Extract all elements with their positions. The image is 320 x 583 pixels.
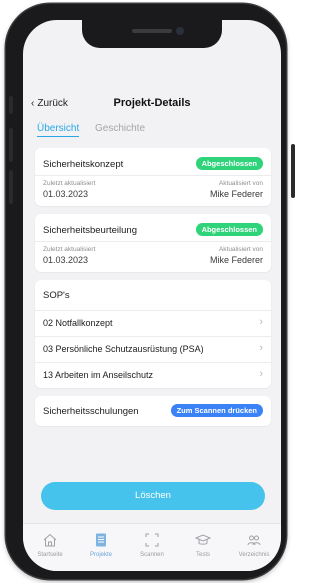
chevron-right-icon: ›: [259, 316, 263, 328]
updated-label: Zuletzt aktualisiert: [43, 180, 96, 187]
tabbar-item-projects[interactable]: Projekte: [76, 532, 126, 558]
tabbar-label: Tests: [195, 552, 210, 558]
divider: [35, 241, 271, 242]
sop-item[interactable]: 13 Arbeiten im Anseilschutz ›: [35, 363, 271, 387]
updated-by-value: Mike Federer: [209, 255, 263, 265]
volume-down-button: [9, 170, 13, 204]
sop-header: SOP's: [43, 290, 70, 301]
graduation-cap-icon: [195, 534, 211, 545]
chevron-right-icon: ›: [259, 342, 263, 354]
status-badge: Abgeschlossen: [195, 223, 263, 236]
document-icon: [96, 533, 106, 547]
home-icon: [43, 533, 57, 547]
updated-by-value: Mike Federer: [209, 189, 263, 199]
silent-switch: [9, 96, 13, 114]
tabbar-item-tests[interactable]: Tests: [178, 532, 228, 558]
scan-badge-button[interactable]: Zum Scannen drücken: [170, 404, 263, 417]
tabbar-label: Scannen: [140, 552, 164, 558]
tab-history[interactable]: Geschichte: [95, 123, 145, 134]
speaker-grille: [132, 29, 172, 33]
card-title: Sicherheitskonzept: [43, 159, 124, 170]
phone-frame: ‹ Zurück Projekt-Details Übersicht Gesch…: [6, 4, 295, 579]
updated-by-label: Aktualisiert von: [218, 246, 263, 253]
tabbar-item-directory[interactable]: Verzeichnis: [229, 532, 279, 558]
updated-label: Zuletzt aktualisiert: [43, 246, 96, 253]
scan-icon: [145, 533, 159, 547]
tabbar-label: Startseite: [37, 552, 63, 558]
card-safety-concept[interactable]: Sicherheitskonzept Abgeschlossen Zuletzt…: [35, 148, 271, 206]
app-screen: ‹ Zurück Projekt-Details Übersicht Gesch…: [23, 20, 281, 571]
chevron-right-icon: ›: [259, 368, 263, 380]
card-safety-assessment[interactable]: Sicherheitsbeurteilung Abgeschlossen Zul…: [35, 214, 271, 272]
status-badge: Abgeschlossen: [195, 157, 263, 170]
notch: [82, 20, 222, 48]
sop-item-label: 02 Notfallkonzept: [43, 318, 113, 328]
updated-value: 01.03.2023: [43, 189, 89, 199]
sop-item-label: 03 Persönliche Schutzausrüstung (PSA): [43, 344, 204, 354]
front-camera: [176, 27, 184, 35]
tabbar-item-home[interactable]: Startseite: [25, 532, 75, 558]
updated-by-label: Aktualisiert von: [218, 180, 263, 187]
divider: [35, 175, 271, 176]
tab-bar-top: Übersicht Geschichte: [23, 120, 281, 140]
sop-item[interactable]: 02 Notfallkonzept ›: [35, 311, 271, 335]
sop-card: SOP's 02 Notfallkonzept › 03 Persönliche…: [35, 280, 271, 388]
tabbar-label: Projekte: [89, 552, 112, 558]
power-button: [291, 144, 295, 198]
tabbar-label: Verzeichnis: [238, 552, 270, 558]
navigation-bar: ‹ Zurück Projekt-Details: [23, 92, 281, 116]
volume-up-button: [9, 128, 13, 162]
delete-button[interactable]: Löschen: [41, 482, 265, 510]
card-title: Sicherheitsbeurteilung: [43, 225, 138, 236]
page-title: Projekt-Details: [113, 97, 191, 109]
sop-item[interactable]: 03 Persönliche Schutzausrüstung (PSA) ›: [35, 337, 271, 361]
bottom-tab-bar: Startseite Projekte Scannen Tests Verzei…: [23, 523, 281, 571]
training-card: Sicherheitsschulungen Zum Scannen drücke…: [35, 396, 271, 426]
training-title: Sicherheitsschulungen: [43, 406, 139, 417]
tabbar-item-scan[interactable]: Scannen: [127, 532, 177, 558]
sop-item-label: 13 Arbeiten im Anseilschutz: [43, 370, 154, 380]
updated-value: 01.03.2023: [43, 255, 89, 265]
people-icon: [247, 535, 261, 546]
tab-overview[interactable]: Übersicht: [37, 123, 80, 137]
